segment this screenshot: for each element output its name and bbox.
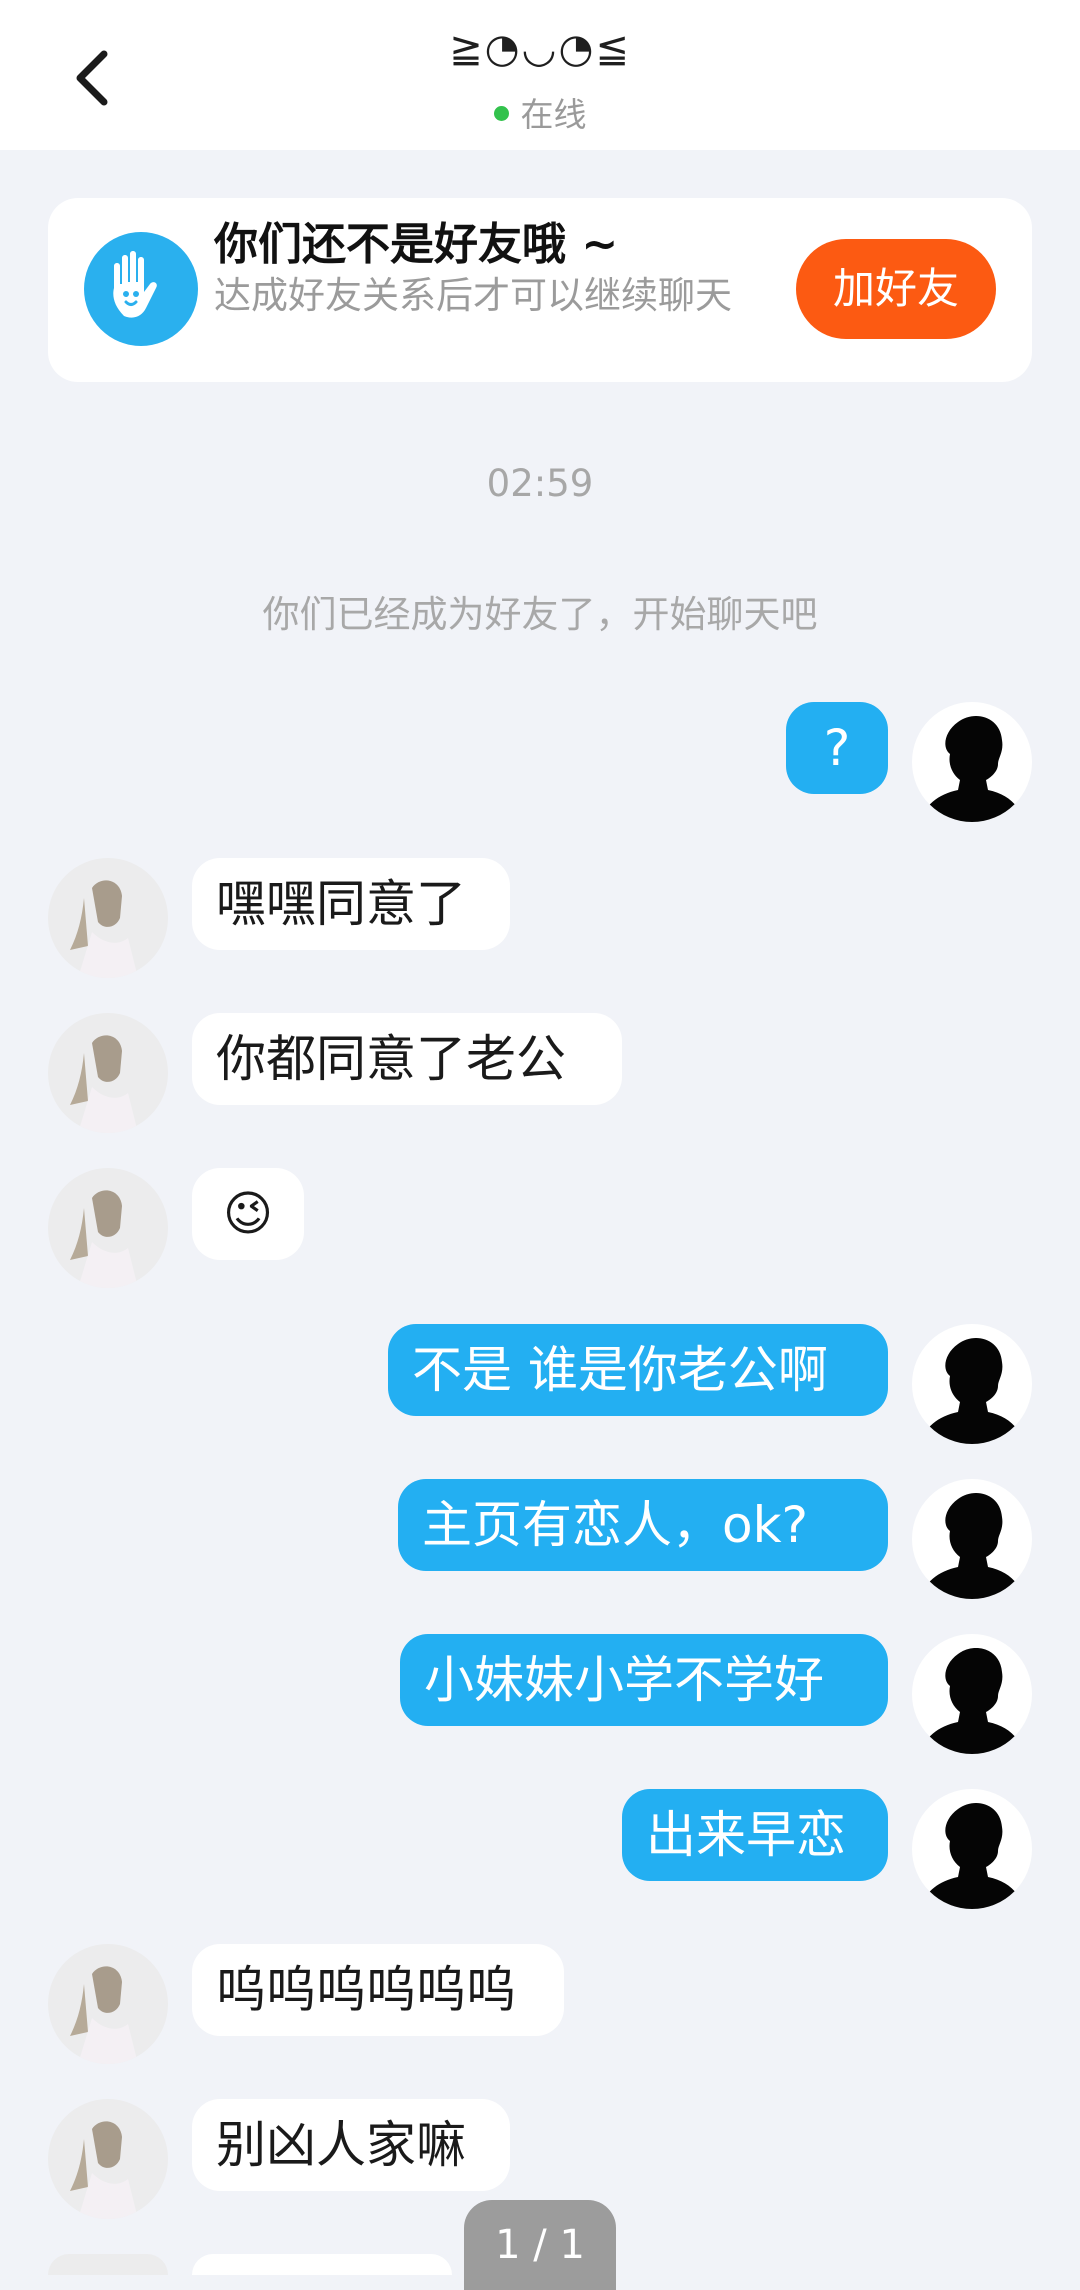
online-status-label: 在线: [520, 95, 587, 134]
contact-avatar[interactable]: [48, 2099, 168, 2219]
anime-girl-avatar-icon: [70, 2121, 138, 2219]
contact-avatar: [48, 2254, 168, 2275]
system-message: 你们已经成为好友了，开始聊天吧: [262, 593, 818, 636]
contact-avatar[interactable]: [48, 1168, 168, 1288]
online-dot-icon: [493, 106, 509, 121]
page-indicator: 1 / 1: [464, 2200, 616, 2290]
banner-subtitle: 达成好友关系后才可以继续聊天: [214, 274, 732, 317]
my-message-bubble[interactable]: ?: [786, 702, 888, 794]
my-avatar[interactable]: [912, 1634, 1032, 1754]
contact-message-bubble[interactable]: 你都同意了老公: [192, 1013, 622, 1105]
contact-message-bubble[interactable]: 呜呜呜呜呜呜: [192, 1944, 564, 2036]
my-message-bubble[interactable]: 小妹妹小学不学好: [400, 1634, 888, 1726]
contact-message-bubble[interactable]: 嘿嘿同意了: [192, 858, 510, 950]
silhouette-avatar-icon: [920, 1803, 1024, 1909]
silhouette-avatar-icon: [920, 1338, 1024, 1444]
wave-hand-icon: [84, 232, 198, 346]
my-avatar[interactable]: [912, 702, 1032, 822]
message-timestamp: 02:59: [486, 462, 594, 505]
anime-girl-avatar-icon: [70, 1190, 138, 1288]
my-avatar[interactable]: [912, 1789, 1032, 1909]
chat-header: ≧◔◡◔≦ 在线: [0, 0, 1080, 150]
contact-avatar[interactable]: [48, 858, 168, 978]
my-message-bubble[interactable]: 出来早恋: [622, 1789, 888, 1881]
my-avatar[interactable]: [912, 1479, 1032, 1599]
not-friends-banner: 你们还不是好友哦 ~ 达成好友关系后才可以继续聊天 加好友: [48, 198, 1032, 382]
anime-girl-avatar-icon: [70, 1035, 138, 1133]
silhouette-avatar-icon: [920, 1493, 1024, 1599]
add-friend-button[interactable]: 加好友: [796, 239, 996, 339]
contact-avatar[interactable]: [48, 1944, 168, 2064]
anime-girl-avatar-icon: [70, 880, 138, 978]
my-message-bubble[interactable]: 不是 谁是你老公啊: [388, 1324, 888, 1416]
contact-message-bubble[interactable]: 别凶人家嘛: [192, 2099, 510, 2191]
silhouette-avatar-icon: [920, 716, 1024, 822]
my-avatar[interactable]: [912, 1324, 1032, 1444]
my-message-bubble[interactable]: 主页有恋人，ok?: [398, 1479, 888, 1571]
anime-girl-avatar-icon: [70, 1966, 138, 2064]
banner-title: 你们还不是好友哦 ~: [214, 219, 619, 270]
contact-message-bubble: [192, 2254, 452, 2275]
silhouette-avatar-icon: [920, 1648, 1024, 1754]
contact-message-bubble[interactable]: 😉: [192, 1168, 304, 1260]
contact-name[interactable]: ≧◔◡◔≦: [0, 26, 1080, 72]
online-status: 在线: [0, 88, 1080, 136]
contact-avatar[interactable]: [48, 1013, 168, 1133]
